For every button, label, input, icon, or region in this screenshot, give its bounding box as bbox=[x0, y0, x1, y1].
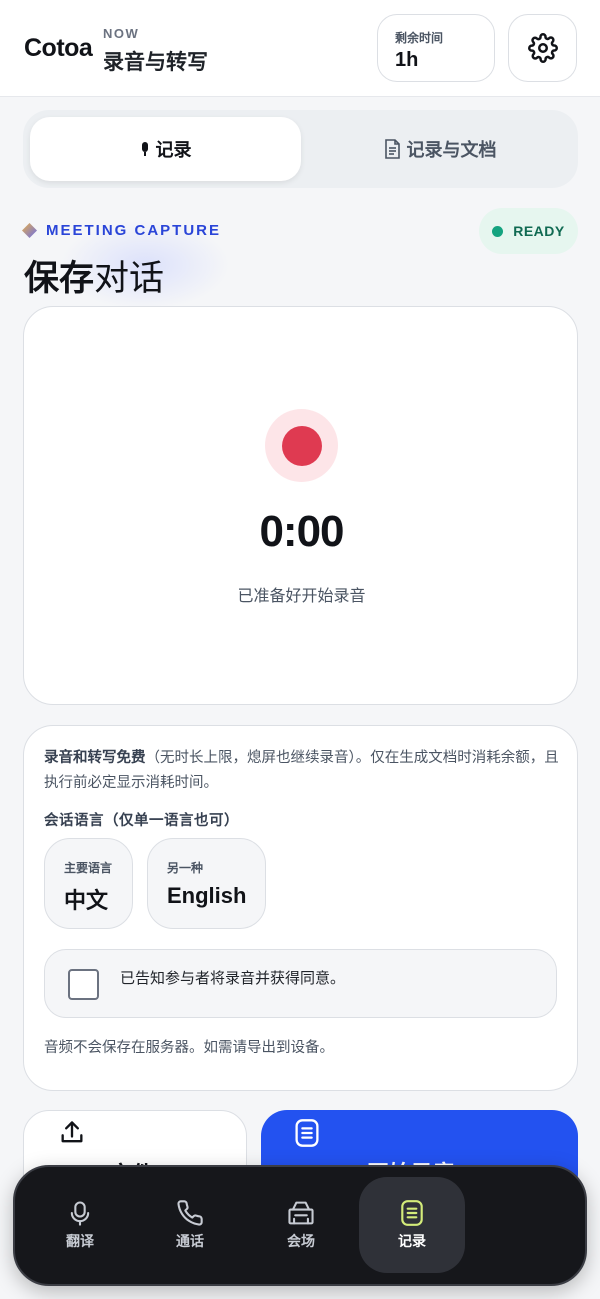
page-title: 保存对话 bbox=[24, 250, 164, 301]
status-badge: READY bbox=[479, 208, 578, 254]
tab-record-and-docs[interactable]: 记录与文档 bbox=[308, 117, 571, 181]
title-bold: 保存 bbox=[24, 259, 95, 298]
primary-language-label: 主要语言 bbox=[64, 861, 113, 875]
record-button[interactable] bbox=[265, 409, 338, 482]
consent-text: 已告知参与者将录音并获得同意。 bbox=[120, 970, 346, 987]
primary-language-value: 中文 bbox=[64, 888, 109, 913]
tab-record-label: 记录 bbox=[155, 140, 192, 160]
recorder-card: 0:00 已准备好开始录音 bbox=[23, 306, 578, 705]
settings-button[interactable] bbox=[508, 14, 577, 82]
document-icon bbox=[384, 139, 400, 159]
bottom-nav: 翻译 通话 会场 记录 bbox=[13, 1165, 587, 1286]
app-header: Cotoa NOW 录音与转写 剩余时间 1h bbox=[0, 0, 600, 97]
pricing-info: 录音和转写免费（无时长上限，熄屏也继续录音）。仅在生成文档时消耗余额，且执行前必… bbox=[44, 746, 559, 796]
mode-tabs: 记录 记录与文档 bbox=[23, 110, 578, 188]
diamond-icon bbox=[22, 223, 37, 238]
nav-label-record: 记录 bbox=[398, 1233, 426, 1249]
consent-row[interactable]: 已告知参与者将录音并获得同意。 bbox=[44, 949, 557, 1018]
storage-note: 音频不会保存在服务器。如需请导出到设备。 bbox=[44, 1040, 334, 1056]
recording-status: 已准备好开始录音 bbox=[237, 588, 366, 605]
status-dot bbox=[492, 225, 504, 237]
nav-item-venue[interactable]: 会场 bbox=[248, 1177, 354, 1273]
remaining-time-value: 1h bbox=[395, 49, 419, 71]
secondary-language-value: English bbox=[167, 883, 247, 908]
section-eyebrow: MEETING CAPTURE bbox=[22, 222, 221, 239]
nav-item-translate[interactable]: 翻译 bbox=[27, 1177, 133, 1273]
title-light: 对话 bbox=[94, 259, 165, 298]
pricing-highlight: 录音和转写免费 bbox=[44, 750, 146, 766]
tab-record[interactable]: 记录 bbox=[30, 117, 301, 181]
secondary-language-selector[interactable]: 另一种 English bbox=[147, 838, 266, 929]
settings-card: 录音和转写免费（无时长上限，熄屏也继续录音）。仅在生成文档时消耗余额，且执行前必… bbox=[23, 725, 578, 1091]
gear-icon bbox=[527, 33, 558, 63]
microphone-icon bbox=[70, 1201, 90, 1226]
recording-timer: 0:00 bbox=[259, 507, 344, 556]
remaining-time-label: 剩余时间 bbox=[395, 31, 444, 45]
notes-icon bbox=[295, 1119, 319, 1147]
mic-icon bbox=[141, 142, 148, 156]
nav-label-call: 通话 bbox=[176, 1233, 204, 1249]
eyebrow-text: MEETING CAPTURE bbox=[46, 222, 222, 239]
upload-icon bbox=[61, 1121, 83, 1143]
phone-icon bbox=[177, 1200, 203, 1226]
consent-checkbox[interactable] bbox=[68, 969, 99, 1000]
nav-label-venue: 会场 bbox=[287, 1233, 315, 1249]
nav-label-translate: 翻译 bbox=[66, 1233, 94, 1249]
record-dot-icon bbox=[281, 425, 322, 466]
page-header-title: 录音与转写 bbox=[103, 51, 208, 74]
primary-language-selector[interactable]: 主要语言 中文 bbox=[44, 838, 133, 929]
language-heading: 会话语言（仅单一语言也可） bbox=[44, 813, 239, 829]
app-logo: Cotoa bbox=[24, 34, 93, 62]
venue-icon bbox=[288, 1201, 314, 1225]
nav-item-call[interactable]: 通话 bbox=[137, 1177, 243, 1273]
remaining-time-box[interactable]: 剩余时间 1h bbox=[377, 14, 495, 82]
nav-item-record[interactable]: 记录 bbox=[359, 1177, 465, 1273]
tab-record-and-docs-label: 记录与文档 bbox=[406, 140, 497, 160]
now-label: NOW bbox=[103, 26, 140, 41]
notes-icon bbox=[401, 1200, 423, 1226]
secondary-language-label: 另一种 bbox=[167, 861, 204, 875]
status-text: READY bbox=[513, 223, 565, 239]
